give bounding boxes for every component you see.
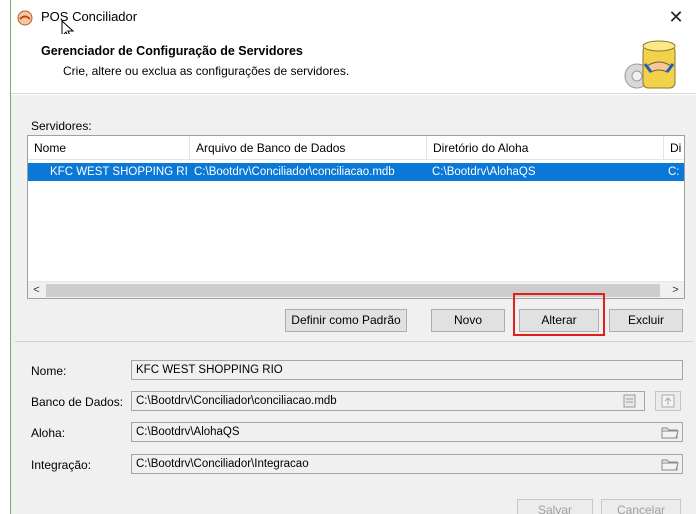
delete-button[interactable]: Excluir (609, 309, 683, 332)
cell-dir: C: (668, 166, 680, 178)
cell-name: KFC WEST SHOPPING RIO (50, 166, 188, 178)
column-header-aloha-dir[interactable]: Diretório do Aloha (427, 136, 664, 160)
database-tool-button[interactable] (655, 391, 681, 411)
dialog-body: Servidores: Nome Arquivo de Banco de Dad… (11, 95, 696, 514)
server-handshake-icon (624, 40, 676, 89)
list-header: Nome Arquivo de Banco de Dados Diretório… (28, 136, 684, 160)
header-title: Gerenciador de Configuração de Servidore… (41, 44, 303, 58)
divider (15, 341, 693, 342)
close-button[interactable]: ✕ (661, 4, 691, 30)
integration-field[interactable]: C:\Bootdrv\Conciliador\Integracao (131, 454, 683, 474)
servers-label: Servidores: (31, 119, 92, 133)
header-subtitle: Crie, altere ou exclua as configurações … (63, 64, 350, 78)
title-bar: POS Conciliador ✕ (11, 0, 696, 40)
set-default-button[interactable]: Definir como Padrão (285, 309, 407, 332)
file-icon[interactable] (621, 393, 639, 409)
highlight-box (513, 293, 605, 336)
folder-icon[interactable] (661, 424, 679, 440)
database-label: Banco de Dados: (31, 395, 124, 409)
column-header-name[interactable]: Nome (28, 136, 190, 160)
integration-label: Integração: (31, 458, 92, 472)
aloha-field[interactable]: C:\Bootdrv\AlohaQS (131, 422, 683, 442)
server-config-window: POS Conciliador ✕ Gerenciador de Configu… (10, 0, 696, 514)
scroll-left-button[interactable]: < (28, 282, 45, 298)
folder-icon[interactable] (661, 456, 679, 472)
column-header-dir[interactable]: Di (664, 136, 684, 160)
table-row[interactable]: KFC WEST SHOPPING RIO C:\Bootdrv\Concili… (28, 163, 684, 181)
cell-aloha-dir: C:\Bootdrv\AlohaQS (432, 166, 536, 178)
servers-list[interactable]: Nome Arquivo de Banco de Dados Diretório… (27, 135, 685, 299)
cell-db-file: C:\Bootdrv\Conciliador\conciliacao.mdb (194, 166, 395, 178)
save-button[interactable]: Salvar (517, 499, 593, 514)
database-field[interactable]: C:\Bootdrv\Conciliador\conciliacao.mdb (131, 391, 645, 411)
column-header-db-file[interactable]: Arquivo de Banco de Dados (190, 136, 427, 160)
app-logo-icon (17, 10, 33, 26)
new-button[interactable]: Novo (431, 309, 505, 332)
name-label: Nome: (31, 364, 67, 378)
scroll-right-button[interactable]: > (667, 282, 684, 298)
aloha-label: Aloha: (31, 426, 66, 440)
name-field[interactable]: KFC WEST SHOPPING RIO (131, 360, 683, 380)
database-tool-icon (661, 394, 675, 408)
cancel-button[interactable]: Cancelar (601, 499, 681, 514)
dialog-header: Gerenciador de Configuração de Servidore… (11, 34, 696, 94)
window-title: POS Conciliador (41, 9, 138, 24)
